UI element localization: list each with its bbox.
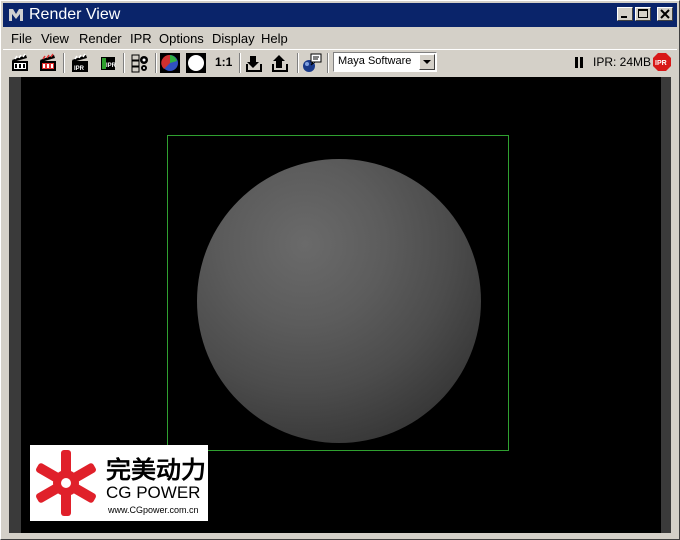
toolbar: IPR IPR 1:1 Maya Software IPR: 24MB IPR: [3, 49, 677, 75]
color-channels-icon: [160, 53, 180, 73]
watermark-english: CG POWER: [106, 483, 201, 502]
renderer-dropdown[interactable]: Maya Software: [333, 52, 437, 72]
svg-text:IPR: IPR: [74, 66, 85, 72]
render-settings-button[interactable]: [129, 52, 151, 74]
redo-render-icon: [12, 53, 28, 71]
ipr-refresh-button[interactable]: IPR: [97, 52, 119, 74]
toolbar-separator: [239, 53, 241, 73]
minimize-button[interactable]: [617, 7, 633, 21]
redo-render-button[interactable]: [9, 52, 31, 74]
ipr-memory-status: IPR: 24MB: [593, 55, 652, 69]
ipr-render-button[interactable]: IPR: [69, 52, 91, 74]
menu-bar: File View Render IPR Options Display Hel…: [3, 29, 677, 49]
render-viewport[interactable]: 完美动力 CG POWER www.CGpower.com.cn: [9, 77, 671, 533]
stop-ipr-icon[interactable]: IPR: [653, 53, 671, 71]
toolbar-separator: [327, 53, 329, 73]
menu-render[interactable]: Render: [79, 31, 122, 47]
watermark-url: www.CGpower.com.cn: [108, 505, 199, 515]
menu-view[interactable]: View: [41, 31, 69, 47]
render-image[interactable]: 完美动力 CG POWER www.CGpower.com.cn: [21, 77, 661, 533]
color-channels-button[interactable]: [159, 52, 181, 74]
render-diagnostics-icon: [303, 53, 322, 72]
maximize-icon: [638, 9, 648, 18]
toolbar-separator: [297, 53, 299, 73]
render-diagnostics-button[interactable]: [301, 52, 323, 74]
toolbar-separator: [63, 53, 65, 73]
renderer-value: Maya Software: [338, 55, 412, 67]
menu-help[interactable]: Help: [261, 31, 288, 47]
render-view-window: Render View File View Render IPR Options…: [0, 0, 680, 540]
alpha-channel-icon: [186, 53, 206, 73]
remove-image-icon: [272, 55, 288, 72]
cgpower-chinese-wordmark: 完美动力: [106, 456, 206, 483]
maximize-button[interactable]: [635, 7, 651, 21]
menu-ipr[interactable]: IPR: [130, 31, 152, 47]
close-icon: [660, 9, 670, 19]
alpha-channel-button[interactable]: [185, 52, 207, 74]
render-settings-icon: [131, 54, 148, 73]
rendered-sphere: [197, 159, 481, 443]
keep-image-button[interactable]: [243, 52, 265, 74]
cgpower-watermark: 完美动力 CG POWER www.CGpower.com.cn: [30, 445, 208, 521]
render-region-button[interactable]: [37, 52, 59, 74]
maya-icon: [7, 6, 25, 24]
pause-icon[interactable]: [575, 57, 584, 68]
menu-file[interactable]: File: [11, 31, 32, 47]
dropdown-arrow-button[interactable]: [419, 54, 435, 70]
ipr-stop-label: IPR: [655, 60, 667, 67]
title-bar[interactable]: Render View: [3, 3, 677, 27]
chevron-down-icon: [423, 60, 431, 64]
menu-display[interactable]: Display: [212, 31, 255, 47]
keep-image-icon: [246, 56, 262, 72]
close-button[interactable]: [657, 7, 673, 21]
remove-image-button[interactable]: [269, 52, 291, 74]
render-region-icon: [40, 53, 56, 71]
watermark-chinese: 完美动力: [106, 456, 206, 483]
window-title: Render View: [29, 6, 121, 23]
toolbar-separator: [155, 53, 157, 73]
menu-options[interactable]: Options: [159, 31, 204, 47]
cgpower-logo-icon: [36, 450, 96, 516]
real-size-button[interactable]: 1:1: [215, 55, 232, 69]
ipr-render-icon: IPR: [72, 53, 88, 72]
minimize-icon: [621, 16, 627, 18]
svg-text:IPR: IPR: [106, 63, 117, 69]
ipr-refresh-icon: IPR: [101, 57, 117, 70]
toolbar-separator: [123, 53, 125, 73]
